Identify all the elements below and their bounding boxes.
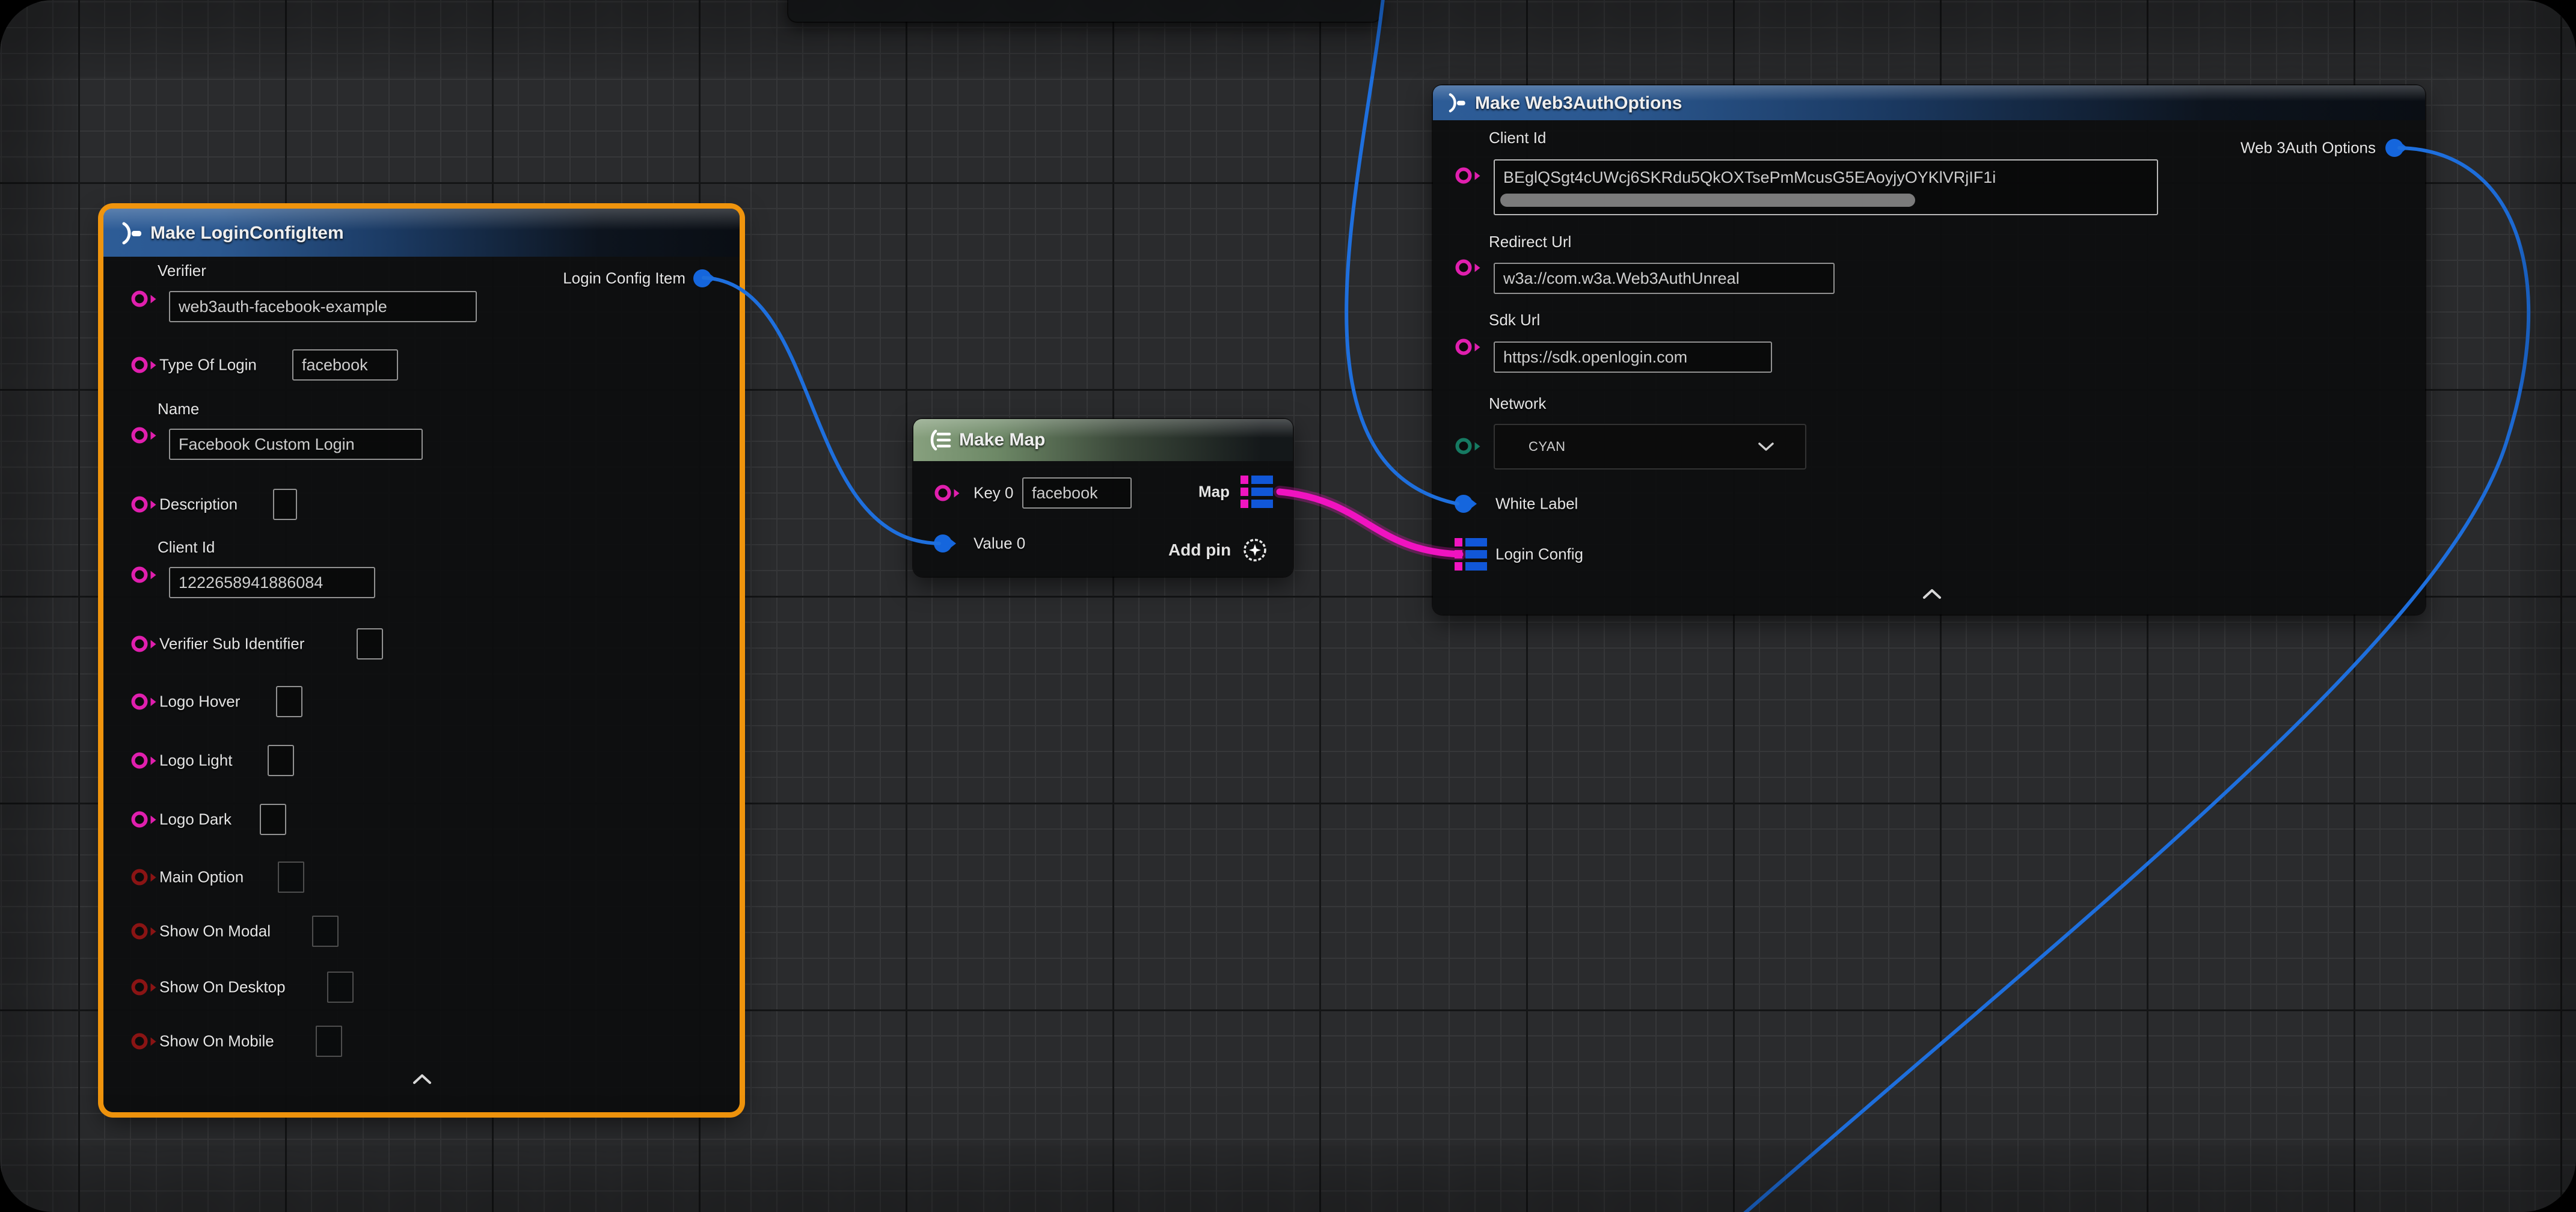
type-of-login-field[interactable]: facebook xyxy=(292,349,398,381)
pin-label-logo-dark: Logo Dark xyxy=(159,810,232,829)
sdk-url-field[interactable]: https://sdk.openlogin.com xyxy=(1494,341,1772,373)
input-pin-key-0[interactable] xyxy=(935,485,951,501)
pin-label-key-0: Key 0 xyxy=(974,484,1014,503)
network-dropdown[interactable]: CYAN xyxy=(1494,424,1806,470)
node-header[interactable]: Make LoginConfigItem xyxy=(103,209,740,257)
pin-label-redirect-url: Redirect Url xyxy=(1489,233,1571,251)
output-pin-web3auth-options[interactable] xyxy=(2385,139,2403,157)
node-header[interactable]: Make Web3AuthOptions xyxy=(1433,85,2425,120)
input-pin-logo-hover[interactable] xyxy=(132,694,148,710)
show-on-desktop-checkbox[interactable] xyxy=(327,972,354,1003)
input-pin-value-0[interactable] xyxy=(934,534,952,552)
main-option-checkbox[interactable] xyxy=(278,862,304,893)
blueprint-editor: Make LoginConfigItem Login Config Item V… xyxy=(0,0,2576,1212)
pin-label-verifier: Verifier xyxy=(158,262,206,280)
node-make-loginconfigitem[interactable]: Make LoginConfigItem Login Config Item V… xyxy=(103,209,740,1112)
pin-label-verifier-sub-identifier: Verifier Sub Identifier xyxy=(159,635,304,653)
input-pin-description[interactable] xyxy=(132,497,148,513)
node-title: Make Map xyxy=(959,430,1045,450)
input-pin-sdk-url[interactable] xyxy=(1456,339,1472,355)
pin-label-logo-hover: Logo Hover xyxy=(159,693,240,711)
input-pin-type-of-login[interactable] xyxy=(132,357,148,373)
pin-label-map: Map xyxy=(1198,483,1230,501)
pin-label-main-option: Main Option xyxy=(159,868,244,887)
pin-label-logo-light: Logo Light xyxy=(159,751,232,770)
input-pin-main-option[interactable] xyxy=(132,869,148,886)
input-pin-name[interactable] xyxy=(132,427,148,444)
chevron-down-icon xyxy=(1757,441,1775,456)
make-map-icon xyxy=(928,428,953,455)
logo-dark-field[interactable] xyxy=(260,804,286,835)
input-pin-network[interactable] xyxy=(1456,438,1472,454)
input-pin-verifier[interactable] xyxy=(132,291,148,307)
output-pin-login-config-item[interactable] xyxy=(693,269,711,287)
output-pin-map[interactable] xyxy=(1240,476,1273,508)
make-struct-icon xyxy=(119,221,144,249)
input-pin-client-id[interactable] xyxy=(1456,168,1472,184)
collapse-chevron-icon[interactable] xyxy=(1922,588,1942,603)
add-pin-button[interactable]: Add pin xyxy=(1168,540,1231,560)
pin-label-show-on-desktop: Show On Desktop xyxy=(159,978,286,997)
show-on-mobile-checkbox[interactable] xyxy=(316,1026,342,1057)
client-id-field[interactable]: 1222658941886084 xyxy=(169,567,375,598)
input-pin-show-on-mobile[interactable] xyxy=(132,1033,148,1050)
input-pin-show-on-desktop[interactable] xyxy=(132,979,148,996)
verifier-sub-identifier-field[interactable] xyxy=(357,628,383,660)
node-make-web3authoptions[interactable]: Make Web3AuthOptions Web 3Auth Options C… xyxy=(1433,85,2425,614)
verifier-field[interactable]: web3auth-facebook-example xyxy=(169,291,477,322)
node-title: Make LoginConfigItem xyxy=(150,223,344,243)
network-dropdown-value: CYAN xyxy=(1529,439,1566,454)
client-id-textarea[interactable]: BEglQSgt4cUWcj6SKRdu5QkOXTsePmMcusG5EAoy… xyxy=(1494,159,2158,215)
make-struct-icon xyxy=(1446,92,1468,117)
pin-label-show-on-modal: Show On Modal xyxy=(159,922,271,941)
collapse-chevron-icon[interactable] xyxy=(412,1073,432,1088)
logo-light-field[interactable] xyxy=(268,745,294,776)
pin-label-web3auth-options: Web 3Auth Options xyxy=(2240,139,2376,158)
node-title: Make Web3AuthOptions xyxy=(1475,93,1682,114)
input-pin-client-id[interactable] xyxy=(132,567,148,583)
pin-label-type-of-login: Type Of Login xyxy=(159,356,257,375)
input-pin-redirect-url[interactable] xyxy=(1456,260,1472,276)
pin-label-login-config: Login Config xyxy=(1495,545,1583,564)
input-pin-logo-dark[interactable] xyxy=(132,812,148,828)
pin-label-show-on-mobile: Show On Mobile xyxy=(159,1032,274,1051)
client-id-scrollbar[interactable] xyxy=(1500,194,1915,207)
show-on-modal-checkbox[interactable] xyxy=(312,916,339,947)
add-pin-plus-icon[interactable] xyxy=(1242,537,1268,566)
input-pin-login-config[interactable] xyxy=(1455,538,1487,571)
description-field[interactable] xyxy=(273,489,297,520)
pin-label-sdk-url: Sdk Url xyxy=(1489,311,1540,329)
input-pin-logo-light[interactable] xyxy=(132,753,148,769)
pin-label-client-id: Client Id xyxy=(1489,129,1546,147)
pin-label-description: Description xyxy=(159,495,238,514)
graph-canvas[interactable]: Make LoginConfigItem Login Config Item V… xyxy=(0,0,2576,1212)
input-pin-verifier-sub-identifier[interactable] xyxy=(132,636,148,652)
node-make-map[interactable]: Make Map Key 0 facebook Map Value 0 Add … xyxy=(913,419,1293,577)
node-header[interactable]: Make Map xyxy=(913,419,1293,461)
pin-label-client-id: Client Id xyxy=(158,538,215,557)
redirect-url-field[interactable]: w3a://com.w3a.Web3AuthUnreal xyxy=(1494,263,1835,294)
input-pin-show-on-modal[interactable] xyxy=(132,923,148,940)
pin-label-login-config-item: Login Config Item xyxy=(563,269,685,288)
pin-label-name: Name xyxy=(158,400,199,418)
pin-label-value-0: Value 0 xyxy=(974,534,1025,553)
pin-label-white-label: White Label xyxy=(1495,495,1578,513)
logo-hover-field[interactable] xyxy=(276,686,302,717)
offscreen-node-partial[interactable] xyxy=(788,0,1381,22)
input-pin-white-label[interactable] xyxy=(1455,495,1473,513)
pin-label-network: Network xyxy=(1489,394,1546,413)
key-0-field[interactable]: facebook xyxy=(1022,477,1132,509)
name-field[interactable]: Facebook Custom Login xyxy=(169,429,423,460)
